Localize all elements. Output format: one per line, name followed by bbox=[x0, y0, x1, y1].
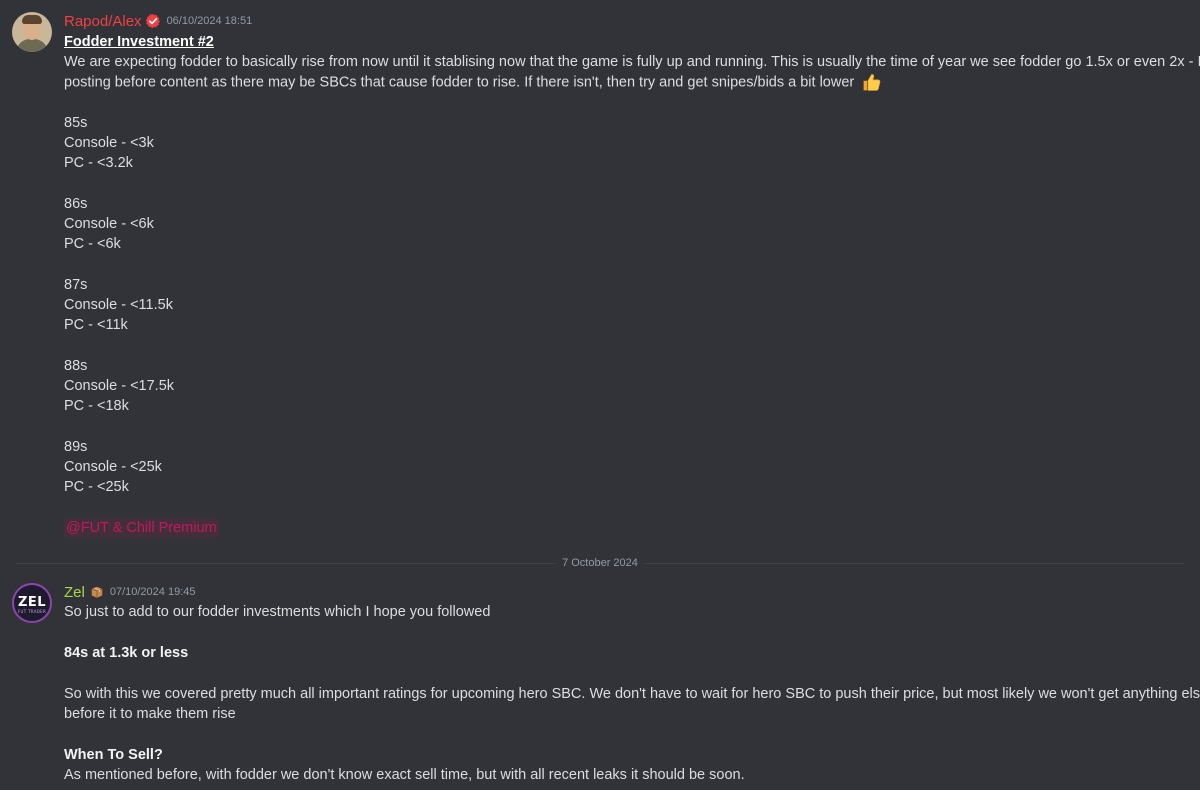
thumbs-up-icon bbox=[863, 74, 881, 91]
date-divider-label: 7 October 2024 bbox=[556, 557, 644, 569]
message-bold-line: When To Sell? bbox=[64, 747, 163, 763]
date-divider: 7 October 2024 bbox=[0, 557, 1200, 569]
user-avatar-zel[interactable]: ZEL FUT TRADER bbox=[12, 583, 52, 623]
rating-console-87: Console - <11.5k bbox=[64, 297, 173, 313]
avatar-logo-subtext: FUT TRADER bbox=[17, 609, 47, 614]
rating-console-86: Console - <6k bbox=[64, 216, 154, 232]
rating-label-87: 87s bbox=[64, 277, 88, 293]
avatar-logo-text: ZEL bbox=[17, 595, 47, 610]
message-header: Rapod/Alex 06/10/2024 18:51 bbox=[64, 11, 252, 31]
message-bold-line: 84s at 1.3k or less bbox=[64, 645, 189, 661]
message-text-line: As mentioned before, with fodder we don'… bbox=[64, 767, 745, 783]
rating-label-86: 86s bbox=[64, 196, 88, 212]
rating-label-89: 89s bbox=[64, 439, 88, 455]
message-text: posting before content as there may be S… bbox=[64, 74, 855, 91]
message-text-line: posting before content as there may be S… bbox=[64, 72, 882, 93]
username-zel[interactable]: Zel bbox=[64, 584, 85, 601]
rating-console-89: Console - <25k bbox=[64, 459, 162, 475]
rating-pc-88: PC - <18k bbox=[64, 398, 129, 414]
rating-pc-87: PC - <11k bbox=[64, 317, 128, 333]
user-avatar-rapod-alex[interactable] bbox=[12, 12, 52, 52]
message-title: Fodder Investment #2 bbox=[64, 34, 214, 50]
verified-check-icon bbox=[145, 13, 160, 29]
message-text-line: So just to add to our fodder investments… bbox=[64, 604, 491, 620]
rating-console-85: Console - <3k bbox=[64, 135, 154, 151]
message-timestamp[interactable]: 07/10/2024 19:45 bbox=[110, 586, 196, 598]
username-rapod-alex[interactable]: Rapod/Alex bbox=[64, 13, 142, 30]
message-timestamp[interactable]: 06/10/2024 18:51 bbox=[167, 15, 253, 27]
message-text-line: before it to make them rise bbox=[64, 706, 236, 722]
role-mention[interactable]: @FUT & Chill Premium bbox=[64, 518, 219, 538]
message-text-line: So with this we covered pretty much all … bbox=[64, 686, 1200, 702]
rating-pc-86: PC - <6k bbox=[64, 236, 121, 252]
message-text-line: We are expecting fodder to basically ris… bbox=[64, 54, 1200, 70]
rating-label-85: 85s bbox=[64, 115, 88, 131]
message-header: Zel 07/10/2024 19:45 bbox=[64, 582, 195, 602]
rating-label-88: 88s bbox=[64, 358, 88, 374]
package-box-icon bbox=[91, 586, 103, 598]
rating-console-88: Console - <17.5k bbox=[64, 378, 175, 394]
rating-pc-85: PC - <3.2k bbox=[64, 155, 133, 171]
rating-pc-89: PC - <25k bbox=[64, 479, 129, 495]
